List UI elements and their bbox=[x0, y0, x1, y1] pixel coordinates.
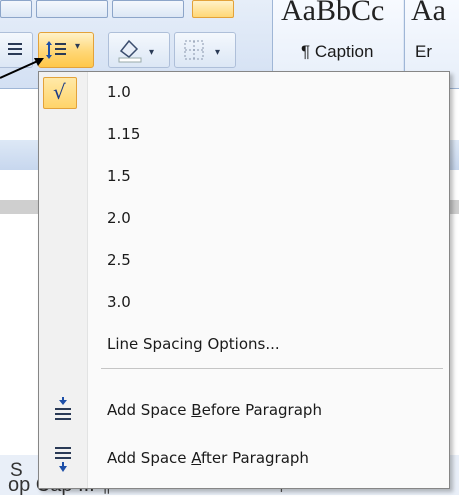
border-grid-icon: ▾ bbox=[184, 40, 220, 60]
style-sample: AaBbCc bbox=[281, 0, 385, 27]
menu-item-1-0[interactable]: √ 1.0 bbox=[39, 72, 449, 114]
menu-item-label: Line Spacing Options... bbox=[107, 335, 280, 353]
menu-item-2-0[interactable]: 2.0 bbox=[39, 198, 449, 240]
checkmark-icon: √ bbox=[53, 80, 66, 104]
menu-item-3-0[interactable]: 3.0 bbox=[39, 282, 449, 324]
menu-item-label: 2.0 bbox=[107, 209, 131, 227]
shading-button[interactable]: ▾ bbox=[108, 32, 170, 68]
menu-item-label: 1.15 bbox=[107, 125, 141, 143]
add-space-before-paragraph[interactable]: Add Space Before Paragraph bbox=[39, 390, 449, 432]
menu-item-label: Add Space After Paragraph bbox=[107, 449, 309, 467]
checkmark-highlight: √ bbox=[43, 77, 77, 109]
paint-bucket-icon: ▾ bbox=[118, 39, 154, 63]
menu-item-1-15[interactable]: 1.15 bbox=[39, 114, 449, 156]
style-name: ¶ Caption bbox=[301, 42, 374, 61]
menu-item-label: Add Space Before Paragraph bbox=[107, 401, 322, 419]
line-spacing-menu: √ 1.0 1.15 1.5 2.0 2.5 3.0 Line Spacing … bbox=[38, 71, 450, 489]
svg-text:▾: ▾ bbox=[149, 47, 154, 58]
chevron-down-icon: ▾ bbox=[75, 41, 81, 52]
style-sample: Aa bbox=[411, 0, 446, 27]
ribbon-top-button-4[interactable] bbox=[192, 0, 234, 18]
ribbon-top-button-2[interactable] bbox=[36, 0, 108, 18]
ribbon-top-button-1[interactable] bbox=[0, 0, 32, 18]
line-spacing-icon bbox=[46, 41, 66, 59]
ribbon-top-button-3[interactable] bbox=[112, 0, 184, 18]
svg-text:▾: ▾ bbox=[215, 47, 220, 58]
menu-item-1-5[interactable]: 1.5 bbox=[39, 156, 449, 198]
add-space-after-paragraph[interactable]: Add Space After Paragraph bbox=[39, 438, 449, 480]
line-spacing-options[interactable]: Line Spacing Options... bbox=[39, 324, 449, 366]
menu-item-label: 1.0 bbox=[107, 83, 131, 101]
menu-item-2-5[interactable]: 2.5 bbox=[39, 240, 449, 282]
ribbon-top-row bbox=[0, 0, 270, 18]
borders-button[interactable]: ▾ bbox=[174, 32, 236, 68]
space-before-icon bbox=[55, 397, 71, 420]
style-name: Er bbox=[415, 42, 432, 61]
menu-separator bbox=[101, 368, 443, 369]
menu-item-label: 1.5 bbox=[107, 167, 131, 185]
menu-item-label: 2.5 bbox=[107, 251, 131, 269]
space-after-icon bbox=[55, 447, 71, 472]
menu-item-label: 3.0 bbox=[107, 293, 131, 311]
